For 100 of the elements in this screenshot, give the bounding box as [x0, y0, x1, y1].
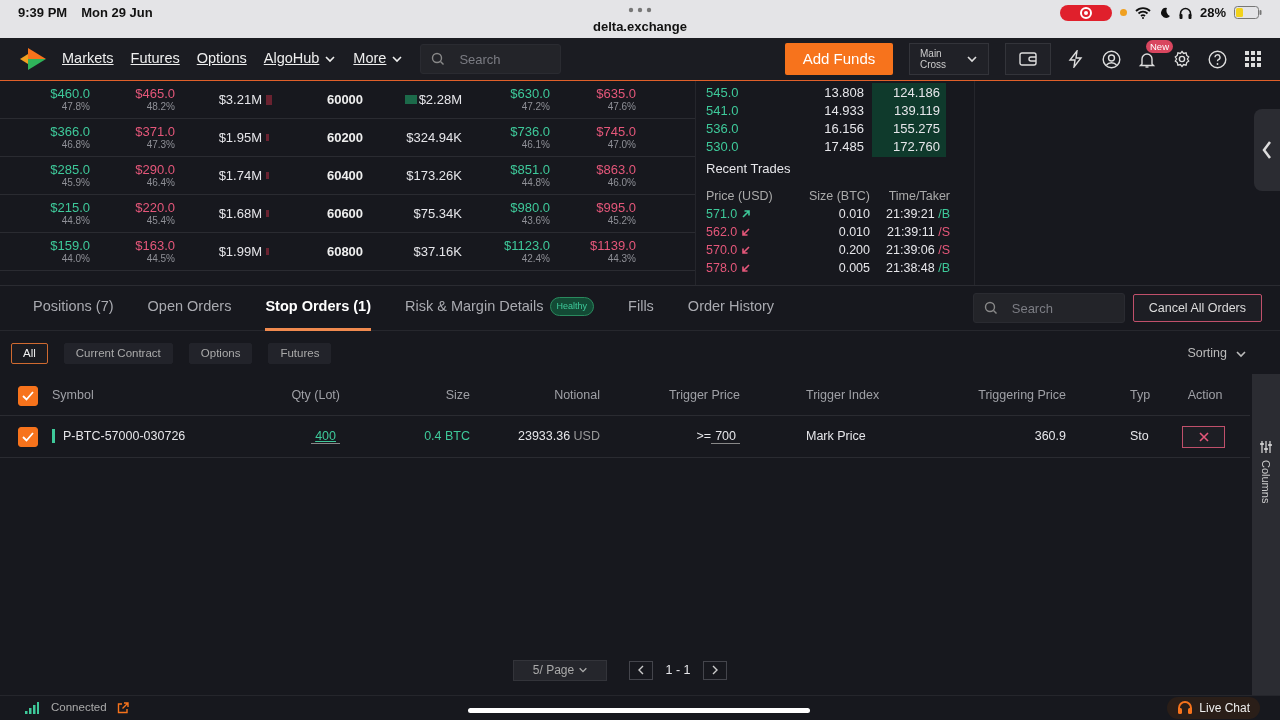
quantity-link[interactable]: 400 — [311, 429, 340, 445]
nav-menu-item[interactable]: Options — [196, 48, 247, 70]
option-price[interactable]: $1139.0 — [589, 239, 636, 254]
implied-volatility: 46.0% — [607, 177, 636, 188]
option-price[interactable]: $465.0 — [135, 87, 175, 102]
battery-percent: 28% — [1199, 4, 1226, 22]
filter-chip[interactable]: Futures — [268, 343, 332, 364]
option-price[interactable]: $220.0 — [135, 201, 175, 216]
implied-volatility: 45.9% — [61, 177, 90, 188]
option-price[interactable]: $745.0 — [596, 125, 636, 140]
option-price[interactable]: $635.0 — [596, 87, 636, 102]
status-badge: Healthy — [549, 296, 595, 317]
nav-menu-item[interactable]: AlgoHub — [263, 48, 337, 70]
order-book-size: 13.808 — [823, 84, 864, 102]
lightning-icon[interactable] — [1067, 50, 1085, 68]
user-icon[interactable] — [1102, 49, 1121, 69]
collapse-tab[interactable] — [1254, 109, 1280, 191]
column-header: Action — [1186, 387, 1224, 405]
previous-page-button[interactable] — [629, 660, 654, 680]
option-price[interactable]: $285.0 — [50, 163, 90, 178]
column-header: Symbol — [51, 387, 95, 405]
implied-volatility: 45.4% — [146, 215, 175, 226]
implied-volatility: 42.4% — [521, 253, 550, 264]
tab[interactable]: Risk & Margin Details Healthy — [404, 285, 595, 331]
columns-panel-tab[interactable]: Columns — [1252, 374, 1280, 695]
volume-value: $1.74M — [217, 166, 262, 185]
column-header: Notional — [553, 387, 600, 405]
nav-menu-item[interactable]: More — [353, 48, 404, 70]
new-badge: New — [1146, 40, 1173, 54]
taker-side: /B — [938, 260, 950, 275]
bell-icon[interactable] — [1138, 50, 1156, 69]
help-icon[interactable] — [1208, 49, 1227, 69]
logo-icon[interactable] — [20, 48, 46, 70]
sorting-dropdown[interactable]: Sorting — [1187, 344, 1247, 363]
wallet-icon — [1019, 52, 1037, 66]
section-title: Recent Trades — [706, 160, 792, 178]
page-size-dropdown[interactable]: 5/ Page — [513, 659, 608, 681]
cancel-all-button[interactable]: Cancel All Orders — [1132, 294, 1262, 322]
option-price[interactable]: $1123.0 — [503, 239, 550, 254]
trade-size: 0.010 — [837, 205, 870, 223]
nav-menu-item[interactable]: Futures — [130, 48, 180, 70]
wifi-icon — [1134, 6, 1151, 19]
implied-volatility: 46.8% — [61, 139, 90, 150]
column-header: Qty (Lot) — [290, 387, 340, 405]
order-book-total: 172.760 — [872, 137, 946, 157]
apps-grid-icon[interactable] — [1244, 50, 1262, 68]
checkbox[interactable] — [18, 426, 38, 447]
filter-chip[interactable]: Options — [188, 343, 253, 364]
implied-volatility: 44.8% — [61, 215, 90, 226]
cancel-order-button[interactable] — [1182, 425, 1225, 448]
filter-chip[interactable]: Current Contract — [63, 343, 173, 364]
option-price[interactable]: $366.0 — [50, 125, 90, 140]
implied-volatility: 47.6% — [607, 101, 636, 112]
signal-icon — [25, 702, 39, 714]
strike-price: 60200 — [325, 128, 365, 147]
implied-volatility: 47.2% — [521, 101, 550, 112]
search-field[interactable]: Search — [420, 44, 562, 74]
settings-icon[interactable] — [1173, 50, 1191, 68]
search-field[interactable]: Search — [972, 293, 1125, 323]
option-price[interactable]: $215.0 — [50, 201, 90, 216]
volume-bar — [266, 248, 269, 255]
tab[interactable]: Positions (7) — [33, 285, 114, 331]
option-price[interactable]: $630.0 — [510, 87, 550, 102]
filter-chip[interactable]: All — [11, 343, 48, 364]
live-chat-button[interactable]: Live Chat — [1167, 697, 1260, 719]
order-book-price: 530.0 — [706, 138, 740, 156]
tab[interactable]: Stop Orders (1) — [265, 285, 371, 331]
order-book-size: 14.933 — [823, 102, 864, 120]
external-link-icon[interactable] — [116, 702, 129, 714]
headset-icon — [1177, 701, 1194, 715]
option-price[interactable]: $995.0 — [596, 201, 636, 216]
nav-menu-item[interactable]: Markets — [62, 48, 114, 70]
option-price[interactable]: $980.0 — [510, 201, 550, 216]
chevron-right-icon — [710, 665, 719, 675]
implied-volatility: 44.5% — [146, 253, 175, 264]
tab[interactable]: Fills — [628, 285, 654, 331]
wallet-button[interactable] — [1005, 43, 1051, 75]
implied-volatility: 44.0% — [61, 253, 90, 264]
option-price[interactable]: $371.0 — [135, 125, 175, 140]
more-dots-icon — [628, 7, 652, 13]
checkbox[interactable] — [18, 385, 38, 406]
volume-bar — [266, 172, 269, 179]
strike-price: 60000 — [325, 90, 365, 109]
triggering-price-cell-text: 360.9 — [1033, 428, 1066, 446]
trigger-price-link[interactable]: 700 — [711, 429, 740, 445]
implied-volatility: 46.4% — [146, 177, 175, 188]
headphones-icon — [1178, 6, 1192, 19]
option-price[interactable]: $863.0 — [596, 163, 636, 178]
chevron-down-icon — [966, 53, 978, 65]
option-price[interactable]: $736.0 — [510, 125, 550, 140]
comparison-operator: >= — [696, 429, 712, 444]
option-price[interactable]: $163.0 — [135, 239, 175, 254]
option-price[interactable]: $851.0 — [510, 163, 550, 178]
account-selector[interactable]: Main Cross — [909, 43, 989, 75]
option-price[interactable]: $290.0 — [135, 163, 175, 178]
tab[interactable]: Open Orders — [147, 285, 232, 331]
next-page-button[interactable] — [702, 660, 727, 680]
option-price[interactable]: $159.0 — [50, 239, 90, 254]
tab[interactable]: Order History — [687, 285, 775, 331]
option-price[interactable]: $460.0 — [50, 87, 90, 102]
